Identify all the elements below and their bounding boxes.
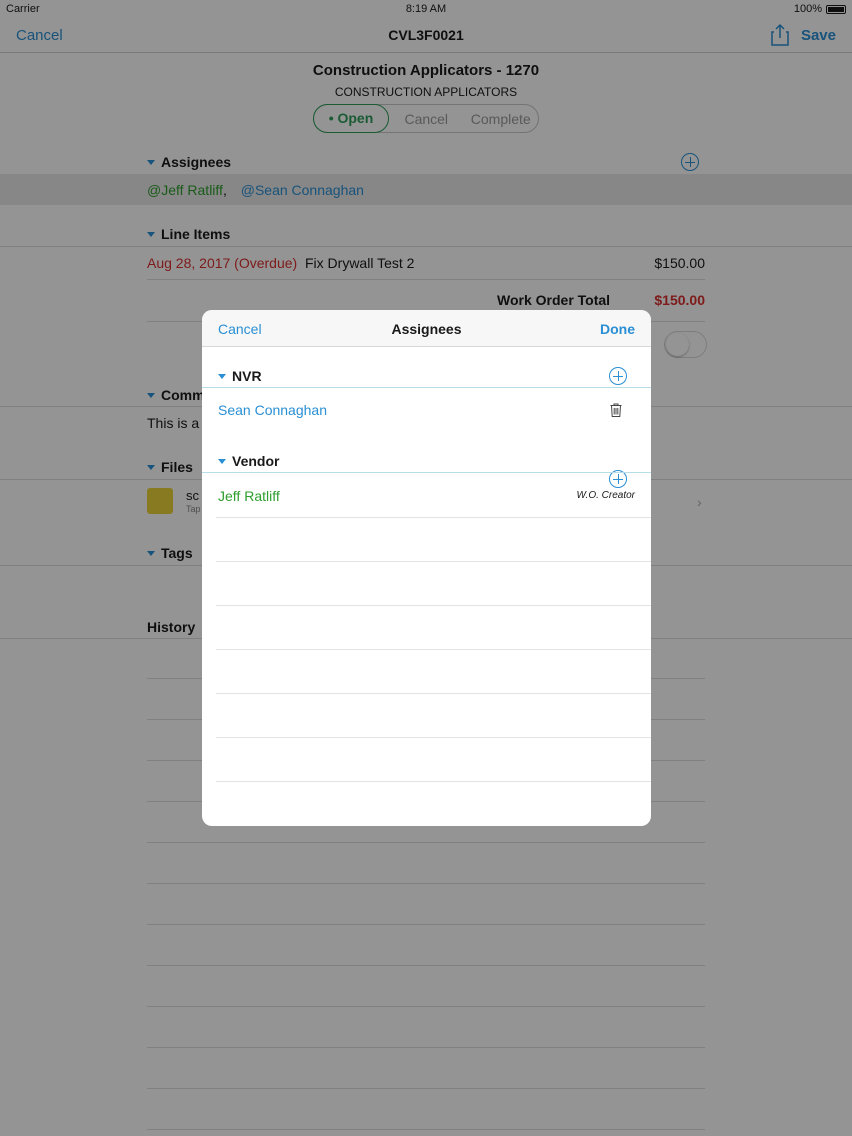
add-nvr-assignee-icon[interactable] bbox=[609, 367, 627, 385]
divider bbox=[216, 649, 651, 650]
modal-done-button[interactable]: Done bbox=[600, 321, 635, 337]
group-label-vendor: Vendor bbox=[232, 453, 280, 469]
nvr-member-name[interactable]: Sean Connaghan bbox=[218, 402, 327, 418]
vendor-member-name[interactable]: Jeff Ratliff bbox=[218, 488, 280, 504]
divider bbox=[216, 561, 651, 562]
trash-icon[interactable] bbox=[610, 403, 622, 417]
group-label-nvr: NVR bbox=[232, 368, 262, 384]
modal-title: Assignees bbox=[391, 321, 462, 337]
group-header-vendor[interactable]: Vendor bbox=[218, 453, 279, 469]
assignees-modal: Cancel Assignees Done NVR Sean Connaghan… bbox=[202, 310, 651, 826]
divider bbox=[216, 693, 651, 694]
divider bbox=[216, 737, 651, 738]
collapse-triangle-icon bbox=[218, 458, 226, 464]
member-role-badge: W.O. Creator bbox=[576, 490, 635, 501]
collapse-triangle-icon bbox=[218, 373, 226, 379]
divider bbox=[202, 387, 651, 388]
group-header-nvr[interactable]: NVR bbox=[218, 368, 262, 384]
divider bbox=[216, 781, 651, 782]
divider bbox=[202, 472, 651, 473]
divider bbox=[216, 517, 651, 518]
divider bbox=[216, 605, 651, 606]
modal-header: Cancel Assignees Done bbox=[202, 310, 651, 347]
